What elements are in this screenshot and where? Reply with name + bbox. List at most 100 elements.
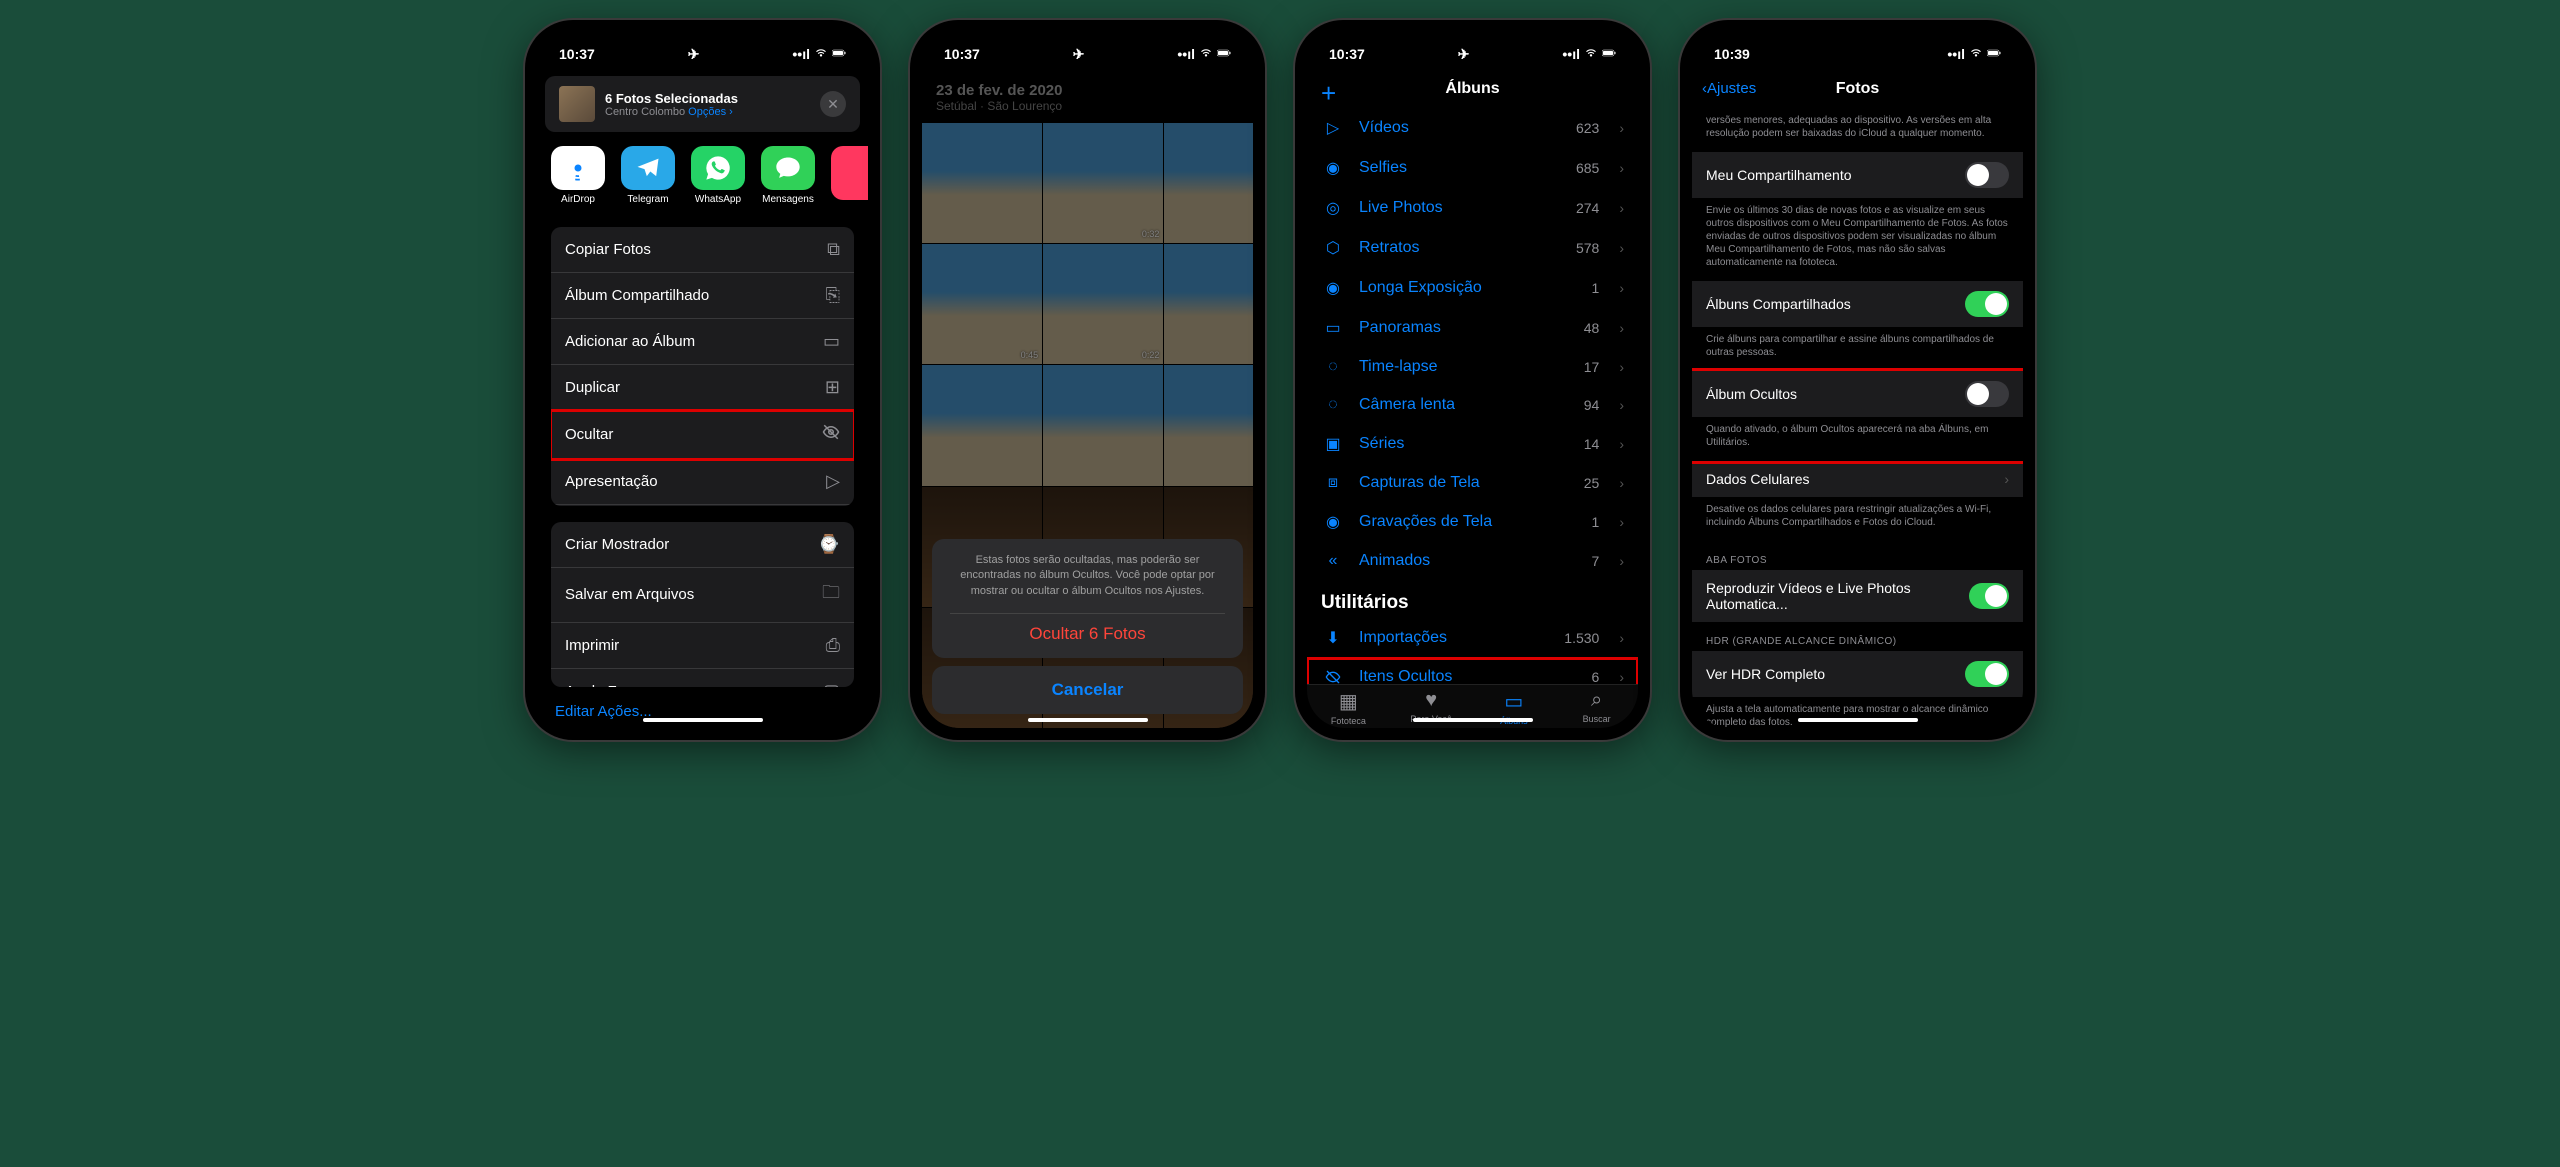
album-selfies[interactable]: ◉Selfies685› [1307,148,1638,188]
share-title: 6 Fotos Selecionadas [605,91,810,106]
header: ‹ Ajustes Fotos [1692,76,2023,108]
footer-album-ocultos: Quando ativado, o álbum Ocultos aparecer… [1692,417,2023,461]
footer-dados: Desative os dados celulares para restrin… [1692,497,2023,541]
album-camera-lenta[interactable]: ◌Câmera lenta94› [1307,386,1638,424]
hide-icon [822,423,840,446]
footer-hdr: Ajusta a tela automaticamente para mostr… [1692,697,2023,728]
action-apple-frames[interactable]: Apple Frames▢ [551,669,854,687]
chevron-right-icon: › [1619,200,1624,216]
phone-albums: 10:37 ✈︎ ••ıl + Álbuns ▷Vídeos623› ◉Self… [1295,20,1650,740]
home-indicator[interactable] [643,718,763,722]
action-adicionar-album[interactable]: Adicionar ao Álbum▭ [551,319,854,365]
battery-icon [1217,46,1231,63]
chevron-right-icon: › [1619,669,1624,684]
setting-albuns-compartilhados[interactable]: Álbuns Compartilhados [1692,281,2023,327]
toggle-on[interactable] [1969,583,2009,609]
action-imprimir[interactable]: Imprimir⎙ [551,623,854,669]
app-mensagens[interactable]: Mensagens [761,146,815,205]
battery-icon [832,46,846,63]
library-icon: ▦ [1339,689,1358,714]
status-bar: 10:37 ✈︎ ••ıl [1307,32,1638,76]
action-group-2: Criar Mostrador⌚ Salvar em Arquivos🗀 Imp… [551,522,854,687]
edit-actions-link[interactable]: Editar Ações... [537,695,868,728]
app-telegram[interactable]: Telegram [621,146,675,205]
video-icon: ▷ [1321,118,1345,138]
close-button[interactable]: ✕ [820,91,846,117]
albums-icon: ▭ [1504,689,1523,714]
action-album-compartilhado[interactable]: Álbum Compartilhado⎘ [551,273,854,319]
chevron-right-icon: › [1619,630,1624,646]
album-timelapse[interactable]: ◌Time-lapse17› [1307,348,1638,386]
highlighted-album-ocultos: Álbum Ocultos Quando ativado, o álbum Oc… [1692,371,2023,461]
wifi-icon [1199,46,1213,63]
toggle-off[interactable] [1965,381,2009,407]
app-airdrop[interactable]: AirDrop [551,146,605,205]
status-bar: 10:37 ✈︎ ••ıl [537,32,868,76]
action-salvar-arquivos[interactable]: Salvar em Arquivos🗀 [551,568,854,623]
tab-fototeca[interactable]: ▦Fototeca [1307,689,1390,726]
chevron-right-icon: › [2004,471,2009,487]
live-icon: ◎ [1321,198,1345,218]
slomo-icon: ◌ [1321,396,1345,414]
action-copiar-fotos[interactable]: Copiar Fotos⧉ [551,227,854,273]
album-gravacoes[interactable]: ◉Gravações de Tela1› [1307,502,1638,542]
album-importacoes[interactable]: ⬇Importações1.530› [1307,618,1638,658]
signal-icon: ••ıl [1177,46,1195,62]
add-button[interactable]: + [1321,78,1336,109]
album-longa-exposicao[interactable]: ◉Longa Exposição1› [1307,268,1638,308]
album-retratos[interactable]: ⬡Retratos578› [1307,228,1638,268]
album-series[interactable]: ▣Séries14› [1307,424,1638,464]
home-indicator[interactable] [1413,718,1533,722]
chevron-right-icon: › [1619,320,1624,336]
album-animados[interactable]: «Animados7› [1307,542,1638,580]
phone-share-sheet: 10:37 ✈︎ ••ıl 6 Fotos Selecionadas Centr… [525,20,880,740]
action-apresentacao[interactable]: Apresentação▷ [551,459,854,505]
home-indicator[interactable] [1028,718,1148,722]
chevron-right-icon: › [1619,160,1624,176]
setting-dados-celulares[interactable]: Dados Celulares› [1692,461,2023,497]
setting-meu-compartilhamento[interactable]: Meu Compartilhamento [1692,152,2023,198]
portrait-icon: ⬡ [1321,238,1345,258]
album-panoramas[interactable]: ▭Panoramas48› [1307,308,1638,348]
app-more[interactable] [831,146,868,205]
modal-cancel-button[interactable]: Cancelar [932,666,1243,714]
status-time: 10:37 [559,46,595,62]
animated-icon: « [1321,552,1345,570]
chevron-right-icon: › [1619,553,1624,569]
chevron-right-icon: › [1619,514,1624,530]
back-button[interactable]: ‹ Ajustes [1702,80,1756,97]
action-ocultar[interactable]: Ocultar [551,411,854,459]
toggle-off[interactable] [1965,162,2009,188]
setting-ver-hdr[interactable]: Ver HDR Completo [1692,651,2023,697]
wifi-icon [1969,46,1983,63]
options-link[interactable]: Opções › [688,106,733,118]
add-album-icon: ▭ [823,331,840,352]
modal-hide-button[interactable]: Ocultar 6 Fotos [950,613,1225,644]
timelapse-icon: ◌ [1321,358,1345,376]
folder-icon: 🗀 [822,580,840,610]
album-live-photos[interactable]: ◎Live Photos274› [1307,188,1638,228]
toggle-on[interactable] [1965,661,2009,687]
album-capturas[interactable]: ⧈Capturas de Tela25› [1307,464,1638,502]
more-app-icon [831,146,868,200]
tab-buscar[interactable]: ⌕Buscar [1555,689,1638,726]
print-icon: ⎙ [826,635,840,656]
action-duplicar[interactable]: Duplicar⊞ [551,365,854,411]
action-criar-mostrador[interactable]: Criar Mostrador⌚ [551,522,854,568]
album-list[interactable]: ▷Vídeos623› ◉Selfies685› ◎Live Photos274… [1307,108,1638,684]
footer-albuns-comp: Crie álbuns para compartilhar e assine á… [1692,327,2023,371]
header: + Álbuns [1307,76,1638,108]
home-indicator[interactable] [1798,718,1918,722]
settings-list[interactable]: versões menores, adequadas ao dispositiv… [1692,108,2023,728]
panorama-icon: ▭ [1321,318,1345,338]
album-videos[interactable]: ▷Vídeos623› [1307,108,1638,148]
toggle-on[interactable] [1965,291,2009,317]
album-itens-ocultos[interactable]: Itens Ocultos6› [1307,658,1638,684]
import-icon: ⬇ [1321,628,1345,648]
setting-reproduzir[interactable]: Reproduzir Vídeos e Live Photos Automati… [1692,570,2023,622]
screenshot-icon: ⧈ [1321,474,1345,492]
setting-album-ocultos[interactable]: Álbum Ocultos [1692,371,2023,417]
chevron-right-icon: › [1619,120,1624,136]
shared-album-icon: ⎘ [826,285,840,306]
app-whatsapp[interactable]: WhatsApp [691,146,745,205]
